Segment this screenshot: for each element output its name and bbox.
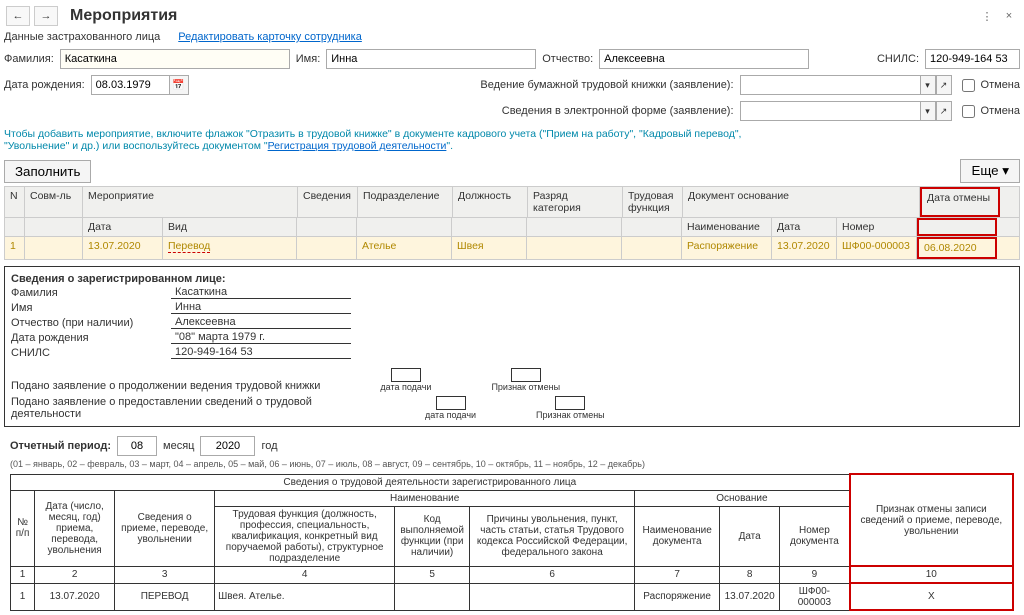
- surname-input[interactable]: [60, 49, 290, 69]
- period-year[interactable]: [200, 436, 255, 456]
- dob-input[interactable]: [91, 75, 169, 95]
- nav-back-button[interactable]: ←: [6, 6, 30, 26]
- paper-cancel-checkbox[interactable]: [962, 79, 975, 92]
- electronic-label: Сведения в электронной форме (заявление)…: [502, 105, 734, 117]
- page-title: Мероприятия: [70, 7, 177, 25]
- grid-row[interactable]: 1 13.07.2020 Перевод Ателье Швея Распоря…: [4, 237, 1020, 260]
- grid-subheader: Дата Вид Наименование Дата Номер: [4, 218, 1020, 237]
- details-section: Сведения о зарегистрированном лице: Фами…: [4, 266, 1020, 427]
- fill-button[interactable]: Заполнить: [4, 160, 91, 183]
- calendar-icon[interactable]: 📅: [169, 75, 189, 95]
- more-button[interactable]: Еще ▾: [960, 159, 1020, 183]
- nav-forward-button[interactable]: →: [34, 6, 58, 26]
- electronic-cancel-checkbox[interactable]: [962, 105, 975, 118]
- paper-book-input[interactable]: [740, 75, 920, 95]
- patronymic-label: Отчество:: [542, 53, 593, 65]
- snils-input[interactable]: [925, 49, 1020, 69]
- patronymic-input[interactable]: [599, 49, 809, 69]
- electronic-cancel-label: Отмена: [981, 105, 1020, 117]
- hint-text: Чтобы добавить мероприятие, включите фла…: [4, 124, 1020, 156]
- edit-card-link[interactable]: Редактировать карточку сотрудника: [178, 31, 362, 43]
- paper-book-label: Ведение бумажной трудовой книжки (заявле…: [480, 79, 733, 91]
- dropdown-icon[interactable]: ▾: [920, 101, 936, 121]
- registration-link[interactable]: Регистрация трудовой деятельности: [268, 140, 447, 152]
- surname-label: Фамилия:: [4, 53, 54, 65]
- electronic-input[interactable]: [740, 101, 920, 121]
- paper-cancel-label: Отмена: [981, 79, 1020, 91]
- close-icon[interactable]: ×: [1000, 7, 1018, 25]
- period-month[interactable]: [117, 436, 157, 456]
- snils-label: СНИЛС:: [877, 53, 919, 65]
- dropdown-icon[interactable]: ▾: [920, 75, 936, 95]
- report-table: Сведения о трудовой деятельности зарегис…: [10, 473, 1014, 611]
- period-label: Отчетный период:: [10, 440, 111, 452]
- open-icon[interactable]: ↗: [936, 75, 952, 95]
- menu-icon[interactable]: ⋮: [978, 7, 996, 25]
- open-icon[interactable]: ↗: [936, 101, 952, 121]
- grid-header: N Совм-ль Мероприятие Сведения Подраздел…: [4, 186, 1020, 218]
- insured-data-label: Данные застрахованного лица: [4, 31, 160, 43]
- name-input[interactable]: [326, 49, 536, 69]
- dob-label: Дата рождения:: [4, 79, 85, 91]
- name-label: Имя:: [296, 53, 320, 65]
